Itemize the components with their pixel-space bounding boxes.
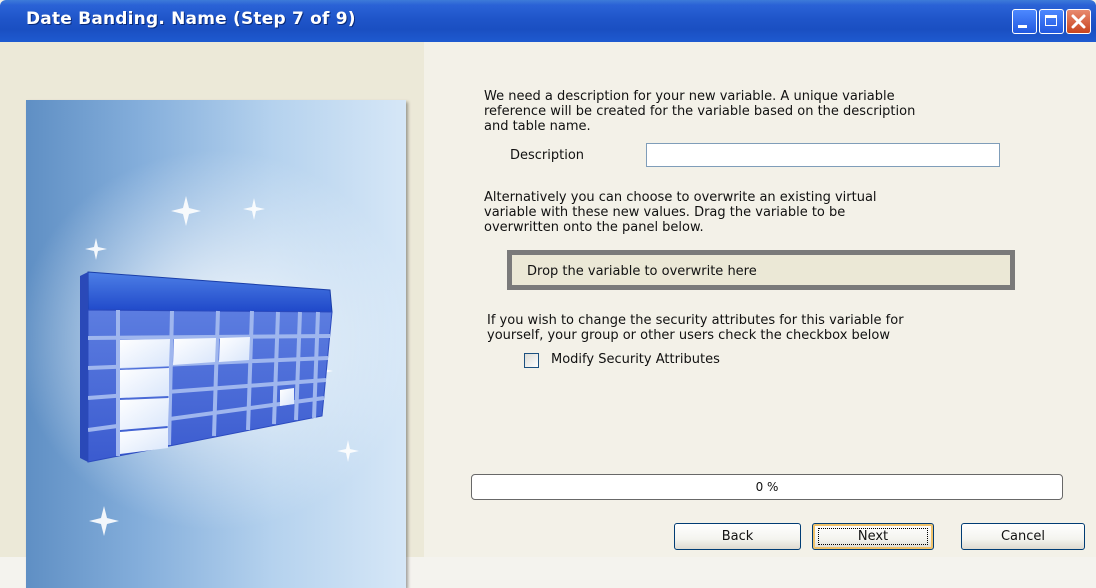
- intro-line: reference will be created for the variab…: [484, 104, 916, 119]
- left-panel: [0, 42, 424, 588]
- progress-label: 0 %: [755, 480, 779, 494]
- back-button[interactable]: Back: [674, 523, 801, 550]
- overwrite-line: Alternatively you can choose to overwrit…: [484, 190, 877, 205]
- close-icon[interactable]: [1066, 9, 1091, 34]
- title-bar[interactable]: Date Banding. Name (Step 7 of 9): [0, 0, 1096, 42]
- drop-target-label: Drop the variable to overwrite here: [527, 264, 757, 279]
- security-line: If you wish to change the security attri…: [487, 313, 904, 328]
- security-text: If you wish to change the security attri…: [487, 313, 904, 343]
- cancel-button[interactable]: Cancel: [961, 523, 1085, 550]
- next-button-label: Next: [857, 529, 889, 544]
- drop-target-panel[interactable]: Drop the variable to overwrite here: [507, 250, 1015, 290]
- overwrite-line: overwritten onto the panel below.: [484, 220, 704, 235]
- modify-security-label[interactable]: Modify Security Attributes: [551, 352, 720, 367]
- overwrite-text: Alternatively you can choose to overwrit…: [484, 190, 877, 235]
- progress-bar: 0 %: [471, 474, 1063, 500]
- wizard-window: Date Banding. Name (Step 7 of 9) We need…: [0, 0, 1096, 588]
- minimize-icon[interactable]: [1012, 9, 1037, 34]
- description-label: Description: [510, 148, 585, 163]
- description-input[interactable]: [646, 143, 1000, 167]
- window-title: Date Banding. Name (Step 7 of 9): [26, 9, 356, 29]
- overwrite-line: variable with these new values. Drag the…: [484, 205, 846, 220]
- next-button[interactable]: Next: [812, 523, 934, 550]
- security-line: yourself, your group or other users chec…: [487, 328, 890, 343]
- intro-line: and table name.: [484, 119, 591, 134]
- table-illustration: [26, 100, 406, 588]
- maximize-icon[interactable]: [1039, 9, 1064, 34]
- intro-line: We need a description for your new varia…: [484, 89, 895, 104]
- intro-text: We need a description for your new varia…: [484, 89, 915, 134]
- modify-security-checkbox[interactable]: [524, 353, 539, 368]
